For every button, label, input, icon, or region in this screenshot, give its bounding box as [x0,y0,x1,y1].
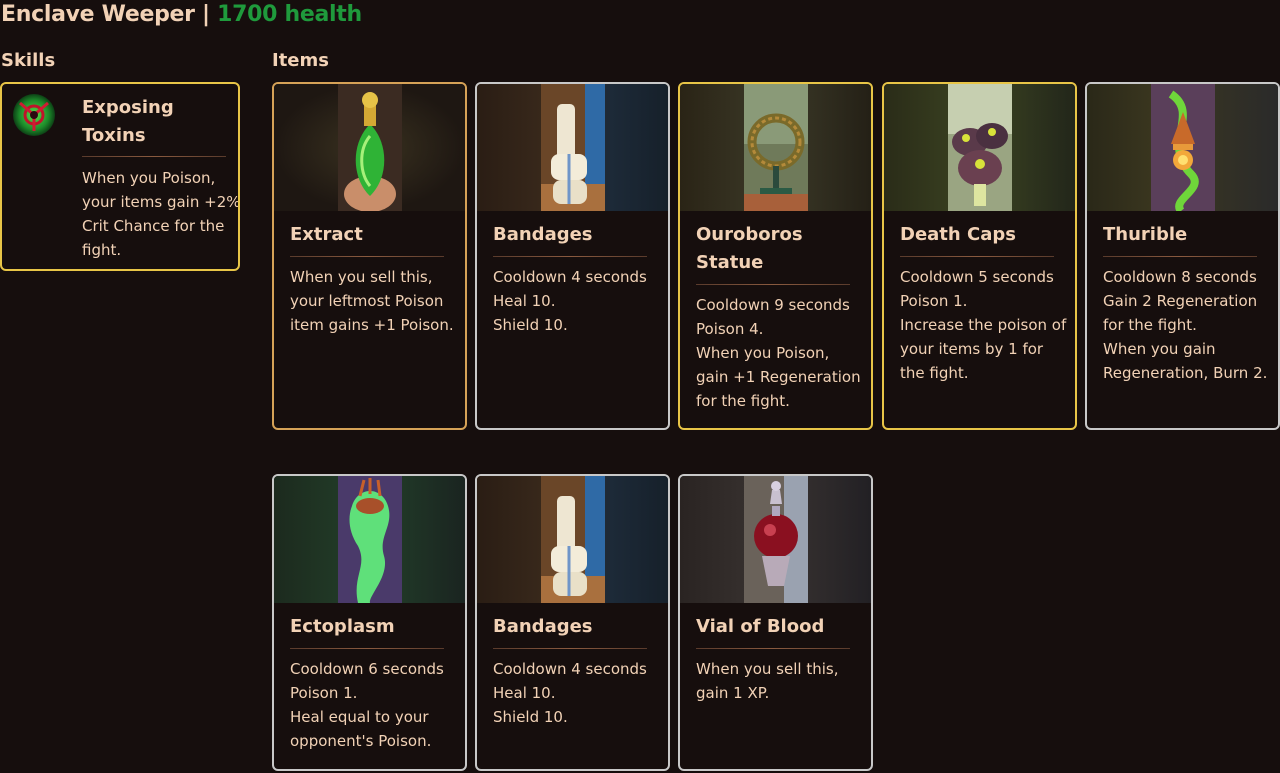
page-title: Enclave Weeper | 1700 health [1,2,362,27]
blood-vial-icon [743,476,808,603]
toxin-icon [12,93,56,137]
item-desc-line: Poison 4. [696,320,764,338]
skills-heading: Skills [1,50,56,71]
ouroboros-icon [743,84,808,211]
item-image [274,84,465,211]
skill-name-line: Exposing [82,97,174,118]
item-desc-line: item gains +1 Poison. [290,316,454,334]
divider [493,648,647,649]
divider [1103,256,1257,257]
skill-desc-line: your items gain +2% [82,193,240,211]
skill-name-line: Toxins [82,125,146,146]
skill-card-exposing-toxins[interactable]: Exposing Toxins When you Poison, your it… [0,82,240,271]
item-desc-line: Shield 10. [493,316,568,334]
divider [900,256,1054,257]
item-desc-line: the fight. [900,364,969,382]
divider [493,256,647,257]
item-image [477,84,668,211]
item-name-line: Statue [696,252,764,273]
item-image [680,84,871,211]
item-desc-line: Cooldown 9 seconds [696,296,850,314]
item-desc-line: Gain 2 Regeneration [1103,292,1258,310]
item-image [884,84,1075,211]
item-desc-line: for the fight. [1103,316,1197,334]
item-card-thurible[interactable]: Thurible Cooldown 8 seconds Gain 2 Regen… [1085,82,1280,430]
ectoplasm-icon [337,476,402,603]
item-desc-line: Cooldown 4 seconds [493,268,647,286]
item-name-line: Bandages [493,224,593,245]
character-name: Enclave Weeper | [1,2,210,27]
skill-desc-line: When you Poison, [82,169,216,187]
item-image [1087,84,1278,211]
item-desc-line: Heal 10. [493,292,556,310]
item-card-ectoplasm[interactable]: Ectoplasm Cooldown 6 seconds Poison 1. H… [272,474,467,771]
thurible-icon [1150,84,1215,211]
item-desc-line: for the fight. [696,392,790,410]
item-desc-line: Increase the poison of [900,316,1067,334]
bandage-icon [540,476,605,603]
item-desc-line: Cooldown 6 seconds [290,660,444,678]
item-desc-line: When you gain [1103,340,1216,358]
item-card-death-caps[interactable]: Death Caps Cooldown 5 seconds Poison 1. … [882,82,1077,430]
divider [696,284,850,285]
item-desc-line: gain +1 Regeneration [696,368,861,386]
item-name-line: Vial of Blood [696,616,825,637]
item-name-line: Ouroboros [696,224,803,245]
item-name-line: Extract [290,224,363,245]
item-card-bandages[interactable]: Bandages Cooldown 4 seconds Heal 10. Shi… [475,82,670,430]
health-value: 1700 health [217,2,362,27]
divider [82,156,226,157]
item-desc-line: Shield 10. [493,708,568,726]
item-card-vial-of-blood[interactable]: Vial of Blood When you sell this, gain 1… [678,474,873,771]
skill-desc-line: fight. [82,241,122,259]
item-desc-line: When you sell this, [696,660,839,678]
mushroom-icon [947,84,1012,211]
item-name-line: Thurible [1103,224,1188,245]
divider [290,648,444,649]
item-card-extract[interactable]: Extract When you sell this, your leftmos… [272,82,467,430]
item-desc-line: Poison 1. [900,292,968,310]
skill-desc-line: Crit Chance for the [82,217,225,235]
item-desc-line: gain 1 XP. [696,684,770,702]
item-desc-line: your leftmost Poison [290,292,444,310]
item-desc-line: When you sell this, [290,268,433,286]
item-desc-line: Poison 1. [290,684,358,702]
item-desc-line: Cooldown 5 seconds [900,268,1054,286]
divider [290,256,444,257]
item-desc-line: Heal 10. [493,684,556,702]
item-desc-line: Heal equal to your [290,708,429,726]
divider [696,648,850,649]
item-desc-line: Regeneration, Burn 2. [1103,364,1268,382]
item-desc-line: opponent's Poison. [290,732,432,750]
item-name-line: Bandages [493,616,593,637]
item-image [680,476,871,603]
item-desc-line: your items by 1 for [900,340,1044,358]
item-card-ouroboros-statue[interactable]: Ouroboros Statue Cooldown 9 seconds Pois… [678,82,873,430]
item-name-line: Death Caps [900,224,1016,245]
item-desc-line: Cooldown 4 seconds [493,660,647,678]
item-name-line: Ectoplasm [290,616,395,637]
item-desc-line: Cooldown 8 seconds [1103,268,1257,286]
items-heading: Items [272,50,329,71]
item-desc-line: When you Poison, [696,344,830,362]
bandage-icon [540,84,605,211]
item-card-bandages[interactable]: Bandages Cooldown 4 seconds Heal 10. Shi… [475,474,670,771]
potion-icon [337,84,402,211]
item-image [477,476,668,603]
item-image [274,476,465,603]
